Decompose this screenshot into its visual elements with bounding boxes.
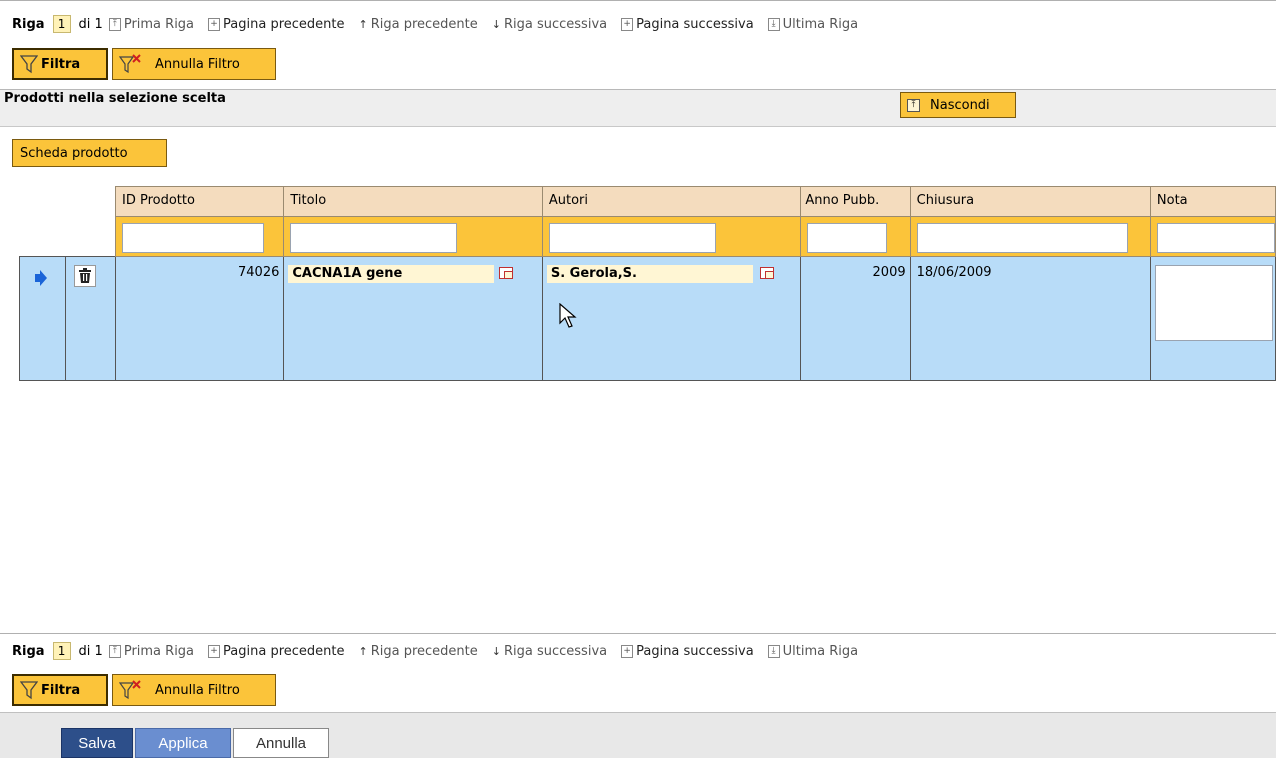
cell-id: 74026 — [114, 256, 285, 381]
last-row-link-bottom[interactable]: ⤓ Ultima Riga — [767, 644, 858, 659]
titolo-detail-icon[interactable] — [499, 267, 514, 279]
row-selector[interactable] — [19, 256, 66, 381]
chiusura-value: 18/06/2009 — [916, 265, 992, 280]
cell-anno: 2009 — [800, 256, 911, 381]
anno-value: 2009 — [872, 265, 906, 280]
save-button[interactable]: Salva — [61, 728, 133, 758]
page-number-box[interactable]: 1 — [52, 15, 71, 33]
col-header-autori[interactable]: Autori — [541, 186, 802, 217]
clear-filter-label: Annulla Filtro — [155, 56, 240, 72]
arrow-up-icon: ↑ — [358, 17, 368, 31]
clear-filter-icon — [119, 680, 141, 700]
current-row-arrow-icon — [35, 270, 47, 286]
cell-id-value: 74026 — [238, 265, 280, 280]
product-sheet-button[interactable]: Scheda prodotto — [12, 139, 167, 167]
cell-titolo: CACNA1A gene — [283, 256, 543, 381]
first-row-icon: ⤒ — [108, 644, 121, 658]
next-row-link[interactable]: ↓ Riga successiva — [492, 17, 607, 32]
last-row-icon: ⤓ — [767, 644, 780, 658]
clear-filter-icon — [119, 54, 141, 74]
cancel-button[interactable]: Annulla — [233, 728, 329, 758]
filter-label-bottom: Filtra — [41, 682, 81, 698]
first-row-link[interactable]: ⤒ Prima Riga — [108, 17, 194, 32]
filter-input-titolo[interactable] — [290, 223, 458, 253]
apply-label: Applica — [158, 734, 208, 752]
products-grid: ID Prodotto Titolo Autori Anno Pubb. Chi… — [19, 186, 1276, 381]
delete-row-button[interactable] — [73, 265, 96, 287]
save-label: Salva — [78, 734, 116, 752]
cancel-label: Annulla — [255, 734, 307, 752]
clear-filter-button[interactable]: Annulla Filtro — [112, 48, 276, 80]
page-of-text: di 1 — [78, 16, 103, 32]
first-row-icon: ⤒ — [108, 17, 121, 31]
titolo-value[interactable]: CACNA1A gene — [288, 265, 495, 283]
filter-label: Filtra — [41, 56, 81, 72]
autori-detail-icon[interactable] — [759, 267, 774, 279]
col-header-titolo[interactable]: Titolo — [283, 186, 543, 217]
filter-input-nota[interactable] — [1156, 223, 1275, 253]
nota-textarea[interactable] — [1154, 265, 1273, 341]
clear-filter-button-bottom[interactable]: Annulla Filtro — [112, 674, 276, 706]
filter-button[interactable]: Filtra — [12, 48, 108, 80]
next-page-icon: + — [621, 644, 634, 658]
filter-input-id[interactable] — [122, 223, 264, 253]
page-number-box-bottom[interactable]: 1 — [52, 642, 71, 660]
cell-autori: S. Gerola,S. — [541, 256, 802, 381]
col-header-id[interactable]: ID Prodotto — [114, 186, 285, 217]
next-page-icon: + — [621, 17, 634, 31]
arrow-down-icon: ↓ — [491, 17, 501, 31]
last-row-link[interactable]: ⤓ Ultima Riga — [767, 17, 858, 32]
hide-icon: ⤒ — [907, 98, 920, 112]
filter-input-autori[interactable] — [548, 223, 716, 253]
filter-input-anno[interactable] — [807, 223, 888, 253]
prev-page-icon: + — [208, 644, 221, 658]
arrow-down-icon: ↓ — [491, 644, 501, 658]
funnel-icon — [20, 55, 38, 74]
apply-button[interactable]: Applica — [135, 728, 231, 758]
col-header-anno[interactable]: Anno Pubb. — [800, 186, 911, 217]
prev-page-icon: + — [208, 17, 221, 31]
autori-value[interactable]: S. Gerola,S. — [546, 265, 753, 283]
next-page-link-bottom[interactable]: + Pagina successiva — [621, 644, 754, 659]
cell-chiusura: 18/06/2009 — [909, 256, 1151, 381]
page-of-text-bottom: di 1 — [78, 643, 103, 659]
next-row-link-bottom[interactable]: ↓ Riga successiva — [492, 644, 607, 659]
grid-header-row: ID Prodotto Titolo Autori Anno Pubb. Chi… — [19, 186, 1276, 217]
clear-filter-label-bottom: Annulla Filtro — [155, 682, 240, 698]
funnel-icon — [20, 681, 38, 700]
prev-row-link[interactable]: ↑ Riga precedente — [359, 17, 478, 32]
row-navigator-top: Riga 1 di 1 ⤒ Prima Riga + Pagina preceden… — [12, 13, 872, 35]
riga-label: Riga — [12, 16, 45, 32]
mouse-cursor-icon — [559, 303, 577, 328]
next-page-link[interactable]: + Pagina successiva — [621, 17, 754, 32]
top-divider — [0, 0, 1276, 1]
riga-label-bottom: Riga — [12, 643, 45, 659]
prev-row-link-bottom[interactable]: ↑ Riga precedente — [359, 644, 478, 659]
col-header-chiusura[interactable]: Chiusura — [909, 186, 1151, 217]
row-navigator-bottom: Riga 1 di 1 ⤒ Prima Riga + Pagina preceden… — [12, 640, 872, 662]
arrow-up-icon: ↑ — [358, 644, 368, 658]
trash-icon — [78, 268, 91, 283]
cell-nota — [1149, 256, 1276, 381]
last-row-icon: ⤓ — [767, 17, 780, 31]
panel-header: Prodotti nella selezione scelta ⤒ Nascon… — [0, 89, 1276, 127]
prev-page-link[interactable]: + Pagina precedente — [208, 17, 345, 32]
panel-title: Prodotti nella selezione scelta — [4, 91, 226, 106]
prev-page-link-bottom[interactable]: + Pagina precedente — [208, 644, 345, 659]
product-sheet-label: Scheda prodotto — [20, 145, 128, 161]
table-row[interactable]: 74026 CACNA1A gene S. Gerola,S. 2009 18/… — [19, 256, 1276, 381]
hide-button[interactable]: ⤒ Nascondi — [900, 92, 1016, 118]
filter-button-bottom[interactable]: Filtra — [12, 674, 108, 706]
delete-cell — [64, 256, 117, 381]
hide-label: Nascondi — [930, 97, 990, 113]
grid-filter-row — [19, 216, 1276, 257]
filter-input-chiusura[interactable] — [916, 223, 1128, 253]
bottom-divider — [0, 633, 1276, 634]
col-header-nota[interactable]: Nota — [1149, 186, 1276, 217]
first-row-link-bottom[interactable]: ⤒ Prima Riga — [108, 644, 194, 659]
